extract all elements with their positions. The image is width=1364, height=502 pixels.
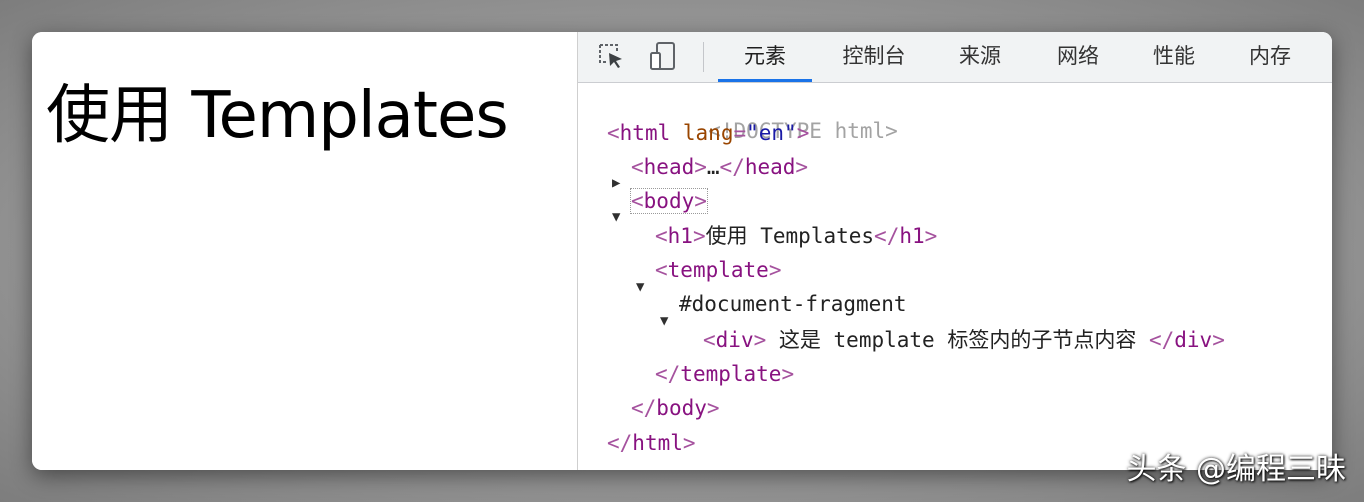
toolbar-separator bbox=[703, 42, 704, 72]
page-heading: 使用 Templates bbox=[46, 79, 509, 153]
template-tag: template bbox=[667, 258, 769, 282]
body-tag: body bbox=[643, 189, 695, 213]
h1-text: 使用 Templates bbox=[705, 224, 875, 248]
tab-console[interactable]: 控制台 bbox=[824, 32, 924, 82]
watermark: 头条 @编程三昧 bbox=[1126, 452, 1346, 487]
head-tag: head bbox=[643, 155, 695, 179]
body-close-tag: body bbox=[656, 396, 707, 420]
browser-window: 使用 Templates 元素 控制台 来源 网络 性能 内存 <!DOCTYP… bbox=[32, 32, 1332, 470]
device-toolbar-icon bbox=[648, 41, 678, 75]
tree-node-template[interactable]: <template> bbox=[655, 254, 781, 286]
expand-head-triangle-icon[interactable]: ▶ bbox=[612, 167, 620, 199]
div-close-tag: div bbox=[1174, 328, 1213, 352]
tree-node-div[interactable]: <div> 这是 template 标签内的子节点内容 </div> bbox=[703, 324, 1225, 356]
div-tag: div bbox=[715, 328, 754, 352]
h1-tag: h1 bbox=[667, 224, 693, 248]
selected-body-box: <body> bbox=[630, 188, 708, 214]
tab-performance[interactable]: 性能 bbox=[1132, 32, 1216, 82]
collapse-fragment-triangle-icon[interactable]: ▼ bbox=[660, 305, 668, 337]
html-tag: html bbox=[619, 121, 671, 145]
template-close-tag: template bbox=[680, 362, 782, 386]
tree-node-template-close[interactable]: </template> bbox=[655, 358, 794, 390]
tab-elements[interactable]: 元素 bbox=[718, 32, 812, 82]
html-close-tag: html bbox=[632, 431, 683, 455]
head-ellipsis: … bbox=[706, 155, 720, 179]
devtools-panel: 元素 控制台 来源 网络 性能 内存 <!DOCTYPE html> <html… bbox=[577, 32, 1332, 470]
tree-node-head[interactable]: <head>…</head> bbox=[631, 151, 808, 183]
inspect-element-icon bbox=[597, 42, 625, 74]
tree-node-html[interactable]: <html lang="en"> bbox=[607, 117, 809, 149]
elements-tree: <!DOCTYPE html> <html lang="en"> ▶ <head… bbox=[578, 82, 1332, 470]
tree-node-body-close[interactable]: </body> bbox=[631, 392, 720, 424]
h1-close-tag: h1 bbox=[899, 224, 925, 248]
tab-network[interactable]: 网络 bbox=[1036, 32, 1120, 82]
page-viewport: 使用 Templates bbox=[32, 32, 577, 470]
tree-node-body[interactable]: <body> bbox=[630, 185, 708, 217]
head-close-tag: head bbox=[744, 155, 796, 179]
collapse-template-triangle-icon[interactable]: ▼ bbox=[636, 271, 644, 303]
tab-sources[interactable]: 来源 bbox=[938, 32, 1022, 82]
tree-node-document-fragment[interactable]: #document-fragment bbox=[679, 288, 907, 320]
tree-node-h1[interactable]: <h1>使用 Templates</h1> bbox=[655, 220, 937, 252]
tree-node-html-close[interactable]: </html> bbox=[607, 427, 696, 459]
inspect-element-button[interactable] bbox=[594, 41, 628, 75]
collapse-body-triangle-icon[interactable]: ▼ bbox=[612, 201, 620, 233]
attr-value-lang: "en" bbox=[746, 121, 797, 145]
devtools-tabbar: 元素 控制台 来源 网络 性能 内存 bbox=[578, 32, 1332, 83]
tree-node-doctype[interactable]: <!DOCTYPE html> bbox=[607, 83, 898, 143]
device-toolbar-button[interactable] bbox=[646, 41, 680, 75]
div-text: 这是 template 标签内的子节点内容 bbox=[766, 328, 1149, 352]
tab-memory[interactable]: 内存 bbox=[1228, 32, 1312, 82]
document-fragment-text: #document-fragment bbox=[679, 292, 907, 316]
attr-name-lang: lang bbox=[682, 121, 734, 145]
